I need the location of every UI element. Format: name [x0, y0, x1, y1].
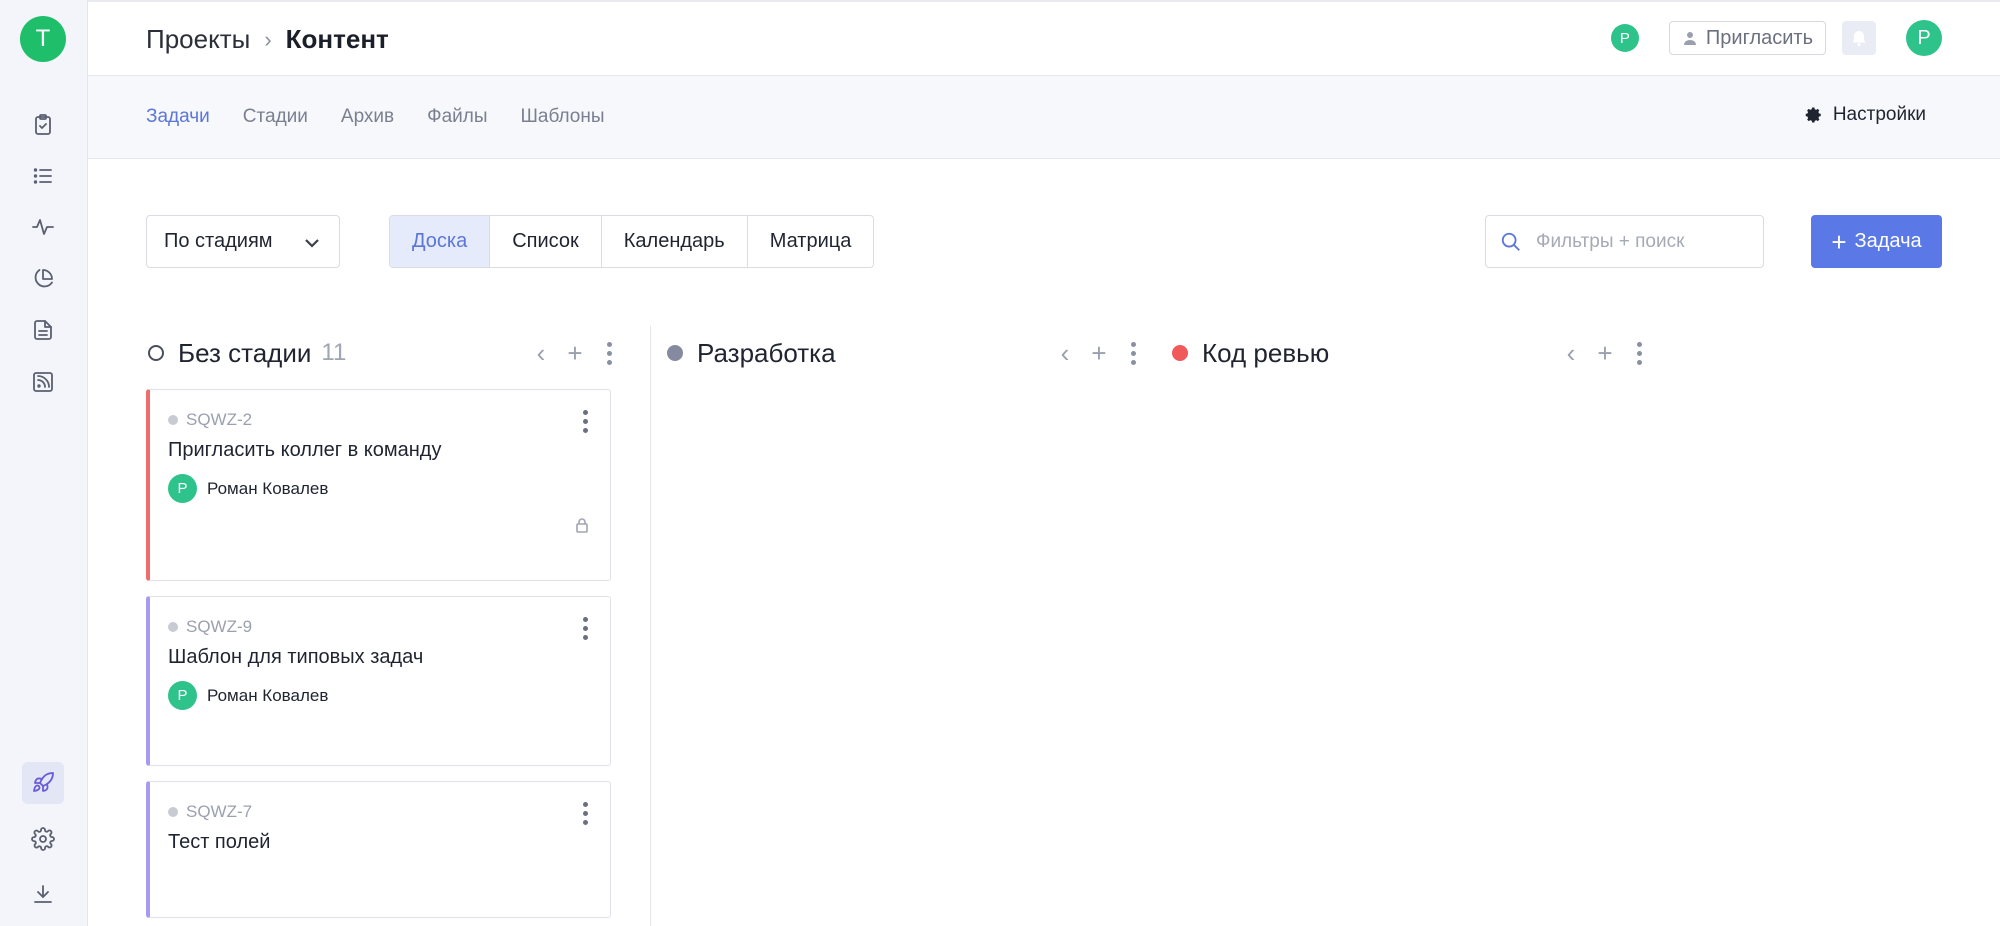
- group-by-select[interactable]: По стадиям: [146, 215, 340, 268]
- top-header: Проекты › Контент Р Пригласить Р: [88, 0, 2000, 76]
- card-menu-icon[interactable]: [583, 615, 588, 642]
- tab-templates[interactable]: Шаблоны: [521, 106, 605, 128]
- column-header-development: Разработка: [667, 335, 836, 371]
- priority-dot: [168, 622, 178, 632]
- task-id: SQWZ-2: [168, 410, 252, 430]
- assignee-name: Роман Ковалев: [207, 685, 329, 705]
- tab-files[interactable]: Файлы: [427, 106, 487, 128]
- task-card[interactable]: SQWZ-7 Тест полей: [146, 781, 611, 918]
- add-task-button[interactable]: + Задача: [1811, 215, 1942, 268]
- column-actions: ‹ +: [1554, 338, 1656, 369]
- search-input[interactable]: [1536, 230, 1736, 253]
- add-card-button[interactable]: +: [1588, 338, 1622, 369]
- stage-status-dot: [1172, 345, 1188, 361]
- task-id-text: SQWZ-2: [186, 410, 253, 429]
- column-menu-icon[interactable]: [592, 340, 626, 367]
- assignee-avatar: Р: [168, 474, 197, 503]
- pie-chart-icon[interactable]: [22, 258, 64, 300]
- settings-button[interactable]: Настройки: [1805, 104, 1926, 126]
- header-actions: Р Пригласить Р: [1610, 20, 1942, 56]
- document-icon[interactable]: [22, 309, 64, 351]
- download-icon[interactable]: [22, 873, 64, 915]
- column-divider: [650, 326, 651, 926]
- search-box: [1485, 215, 1764, 268]
- chevron-down-icon: [305, 239, 319, 248]
- task-id: SQWZ-7: [168, 802, 252, 822]
- breadcrumb-parent[interactable]: Проекты: [146, 24, 250, 55]
- tab-archive[interactable]: Архив: [341, 106, 394, 128]
- gear-icon: [1805, 107, 1821, 123]
- bell-icon: [1852, 31, 1866, 46]
- column-title: Без стадии: [178, 337, 312, 368]
- tab-tasks[interactable]: Задачи: [146, 106, 210, 128]
- breadcrumb: Проекты › Контент: [146, 24, 389, 55]
- assignee-avatar: Р: [168, 681, 197, 710]
- clipboard-check-icon[interactable]: [22, 104, 64, 146]
- column-header-code-review: Код ревью: [1172, 335, 1329, 371]
- list-icon[interactable]: [22, 155, 64, 197]
- task-assignee: Р Роман Ковалев: [168, 681, 328, 710]
- column-title: Разработка: [697, 337, 836, 368]
- task-card[interactable]: SQWZ-2 Пригласить коллег в команду Р Ром…: [146, 389, 611, 581]
- activity-icon[interactable]: [22, 206, 64, 248]
- add-card-button[interactable]: +: [1082, 338, 1116, 369]
- gear-icon[interactable]: [22, 818, 64, 860]
- stage-status-dot: [667, 345, 683, 361]
- task-assignee: Р Роман Ковалев: [168, 474, 328, 503]
- column-actions: ‹ +: [1048, 338, 1150, 369]
- task-id-text: SQWZ-7: [186, 802, 253, 821]
- page-title: Контент: [285, 24, 389, 54]
- column-count: 11: [321, 339, 347, 366]
- view-board[interactable]: Доска: [390, 216, 491, 267]
- rocket-icon[interactable]: [22, 762, 64, 804]
- user-avatar[interactable]: Р: [1906, 20, 1942, 56]
- task-id-text: SQWZ-9: [186, 617, 253, 636]
- view-calendar[interactable]: Календарь: [601, 216, 748, 267]
- member-avatar[interactable]: Р: [1610, 24, 1639, 52]
- column-header-no-stage: Без стадии 11: [148, 335, 346, 371]
- task-title: Пригласить коллег в команду: [168, 439, 442, 461]
- section-tabs: Задачи Стадии Архив Файлы Шаблоны: [146, 106, 638, 128]
- priority-dot: [168, 807, 178, 817]
- tab-stages[interactable]: Стадии: [243, 106, 308, 128]
- add-task-label: Задача: [1854, 230, 1922, 252]
- card-menu-icon[interactable]: [583, 408, 588, 435]
- task-id: SQWZ-9: [168, 617, 252, 637]
- sub-navigation: Задачи Стадии Архив Файлы Шаблоны Настро…: [88, 76, 2000, 159]
- plus-icon: +: [1831, 226, 1847, 257]
- invite-button[interactable]: Пригласить: [1668, 21, 1826, 55]
- column-menu-icon[interactable]: [1622, 340, 1656, 367]
- chevron-left-icon[interactable]: ‹: [1048, 338, 1082, 369]
- left-rail: T: [0, 0, 88, 926]
- column-title: Код ревью: [1202, 337, 1330, 368]
- chevron-right-icon: ›: [264, 26, 272, 52]
- settings-label: Настройки: [1832, 104, 1926, 125]
- group-by-value: По стадиям: [164, 230, 273, 252]
- notifications-button[interactable]: [1842, 21, 1876, 55]
- priority-dot: [168, 415, 178, 425]
- chevron-left-icon[interactable]: ‹: [1554, 338, 1588, 369]
- view-list[interactable]: Список: [490, 216, 602, 267]
- lock-icon: [574, 517, 590, 538]
- task-title: Тест полей: [168, 831, 271, 853]
- task-title: Шаблон для типовых задач: [168, 646, 424, 668]
- task-card[interactable]: SQWZ-9 Шаблон для типовых задач Р Роман …: [146, 596, 611, 766]
- view-switcher: Доска Список Календарь Матрица: [389, 215, 875, 268]
- workspace-avatar[interactable]: T: [20, 16, 66, 62]
- column-actions: ‹ +: [524, 338, 626, 369]
- card-menu-icon[interactable]: [583, 800, 588, 827]
- view-matrix[interactable]: Матрица: [747, 216, 874, 267]
- invite-label: Пригласить: [1705, 26, 1813, 49]
- search-icon: [1501, 232, 1520, 251]
- column-menu-icon[interactable]: [1116, 340, 1150, 367]
- chevron-left-icon[interactable]: ‹: [524, 338, 558, 369]
- add-card-button[interactable]: +: [558, 338, 592, 369]
- user-icon: [1683, 32, 1696, 45]
- stage-status-dot: [148, 345, 164, 361]
- assignee-name: Роман Ковалев: [207, 478, 329, 498]
- rss-icon[interactable]: [22, 361, 64, 403]
